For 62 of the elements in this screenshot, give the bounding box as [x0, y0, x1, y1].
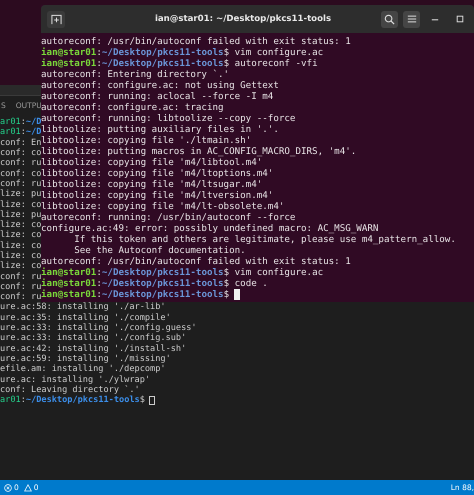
menu-button[interactable] [403, 10, 420, 28]
terminal-line: configure.ac:49: error: possibly undefined macro: AC_MSG_WARN [41, 223, 378, 234]
search-icon [384, 14, 395, 24]
terminal-line: lize: co [0, 261, 42, 272]
terminal-line: ure.ac:58: installing './ar-lib' [0, 302, 166, 312]
terminal-line: libtoolize: copying file './ltmain.sh' [41, 135, 252, 146]
terminal-line: conf: ru [0, 272, 42, 282]
terminal-line: libtoolize: putting auxiliary files in '.'. [41, 124, 279, 135]
terminal-line: lize: pu [0, 189, 42, 200]
maximize-icon [456, 15, 464, 23]
terminal-line: autoreconf: configure.ac: not using Gettext [41, 80, 279, 91]
terminal-line: ure.ac:59: installing './missing' [0, 354, 171, 364]
terminal-line: ure.ac:35: installing './compile' [0, 312, 171, 323]
terminal-line: lize: co [0, 230, 42, 240]
terminal-line: autoreconf: /usr/bin/autoconf failed with exit status: 1 [41, 256, 351, 267]
new-tab-button[interactable] [47, 10, 65, 28]
prompt-line: ar01:~/Desktop/pkcs11-tools$ [0, 395, 145, 406]
terminal-line: autoreconf: running: /usr/bin/autoconf --force [41, 212, 296, 223]
menu-icon [406, 14, 416, 24]
prompt-line: ian@star01:~/Desktop/pkcs11-tools$ [41, 289, 230, 300]
prompt-line: ian@star01:~/Desktop/pkcs11-tools$ vim configure.ac [41, 47, 324, 58]
terminal-line: conf: ru [0, 282, 42, 292]
error-icon[interactable] [4, 484, 12, 492]
prompt-line: ian@star01:~/Desktop/pkcs11-tools$ code . [41, 278, 268, 289]
terminal-line: ure.ac:33: installing './config.sub' [0, 333, 186, 344]
terminal-line: lize: co [0, 200, 42, 210]
terminal-line: libtoolize: copying file 'm4/ltversion.m4' [41, 190, 274, 201]
prompt-line: ar01:~/D [0, 117, 42, 128]
terminal-line: conf: co [0, 148, 42, 158]
terminal-line: conf: En [0, 138, 42, 148]
terminal-line: libtoolize: copying file 'm4/lt-obsolete.m4' [41, 201, 284, 212]
terminal-line: If this token and others are legitimate, please use m4_pattern_allow. [73, 234, 456, 245]
terminal-line: lize: co [0, 240, 42, 251]
terminal-line: ure.ac:33: installing './config.guess' [0, 323, 197, 334]
terminal-line: libtoolize: copying file 'm4/ltoptions.m4' [41, 168, 274, 179]
warning-icon[interactable] [24, 484, 32, 492]
terminal-line: libtoolize: copying file 'm4/libtool.m4' [41, 157, 262, 168]
terminal-line: autoreconf: configure.ac: tracing [41, 102, 224, 113]
terminal-line: autoreconf: /usr/bin/autoconf failed with exit status: 1 [41, 36, 351, 47]
terminal-line: conf: ru [0, 292, 42, 302]
terminal-line: lize: pu [0, 210, 42, 220]
terminal-line: autoreconf: Entering directory `.' [41, 69, 230, 80]
terminal-line: See the Autoconf documentation. [73, 245, 246, 256]
terminal-line: conf: ru [0, 178, 42, 189]
terminal-line: conf: ru [0, 158, 42, 168]
terminal-line: conf: Leaving directory `.' [0, 384, 140, 395]
terminal-line: lize: co [0, 251, 42, 261]
terminal-line: ure.ac:42: installing './install-sh' [0, 344, 186, 354]
terminal-line: ure.ac: installing './ylwrap' [0, 374, 150, 385]
window-title: ian@star01: ~/Desktop/pkcs11-tools [154, 14, 332, 24]
terminal-line: libtoolize: copying file 'm4/ltsugar.m4' [41, 179, 262, 190]
terminal-line: autoreconf: running: libtoolize --copy --force [41, 113, 296, 124]
terminal-line: lize: co [0, 220, 42, 230]
search-button[interactable] [381, 10, 398, 28]
terminal-line: conf: co [0, 168, 42, 179]
prompt-line: ar01:~/D [0, 127, 42, 138]
new-tab-icon [50, 14, 62, 24]
prompt-line: ian@star01:~/Desktop/pkcs11-tools$ vim configure.ac [41, 267, 324, 278]
prompt-line: ian@star01:~/Desktop/pkcs11-tools$ autoreconf -vfi [41, 58, 318, 69]
terminal-line: efile.am: installing './depcomp' [0, 364, 166, 374]
terminal-line: autoreconf: running: aclocal --force -I m4 [41, 91, 274, 102]
terminal-line: libtoolize: putting macros in AC_CONFIG_MACRO_DIRS, 'm4'. [41, 146, 356, 157]
